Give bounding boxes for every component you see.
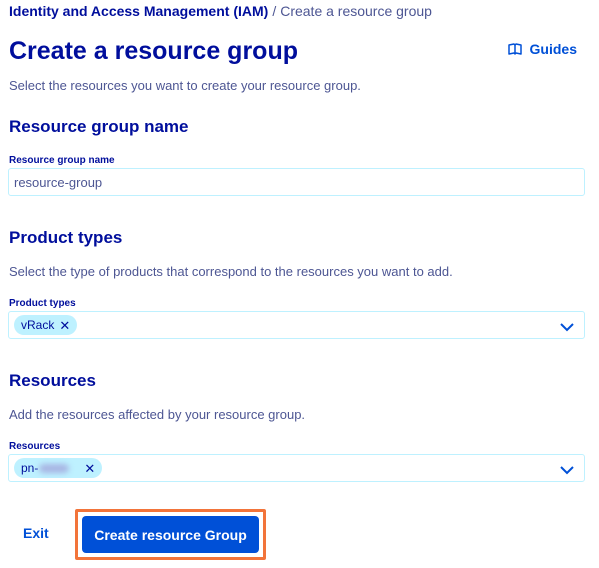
product-type-chip: vRack ✕ [14,315,78,335]
resources-select[interactable]: pn- ✕ [8,454,585,482]
product-types-description: Select the type of products that corresp… [9,264,453,279]
chip-remove-icon[interactable]: ✕ [59,319,70,332]
create-resource-group-button[interactable]: Create resource Group [82,516,259,553]
breadcrumb-separator: / [272,3,277,19]
guides-link[interactable]: Guides [507,41,577,57]
resource-chip: pn- ✕ [14,458,103,478]
chip-label: pn- [21,461,39,475]
page-title: Create a resource group [9,37,298,65]
chevron-down-icon[interactable] [560,462,574,480]
section-title-name: Resource group name [9,117,189,136]
resource-group-name-label: Resource group name [9,155,115,166]
product-types-label: Product types [9,298,76,309]
guides-label: Guides [529,41,577,57]
page-intro: Select the resources you want to create … [9,78,361,93]
chip-label: vRack [21,318,55,332]
resource-group-name-input[interactable] [8,168,585,196]
resources-label: Resources [9,441,61,452]
product-types-select[interactable]: vRack ✕ [8,311,585,339]
resources-description: Add the resources affected by your resou… [9,407,306,422]
breadcrumb-current: Create a resource group [280,3,432,19]
section-title-product-types: Product types [9,228,123,247]
chevron-down-icon[interactable] [560,319,574,337]
exit-link[interactable]: Exit [23,525,49,541]
chip-remove-icon[interactable]: ✕ [84,462,95,475]
section-title-resources: Resources [9,371,96,390]
breadcrumb-link-iam[interactable]: Identity and Access Management (IAM) [9,3,268,19]
redacted-text [39,463,70,473]
book-icon [507,43,522,55]
breadcrumb: Identity and Access Management (IAM) / Cre… [9,2,432,20]
